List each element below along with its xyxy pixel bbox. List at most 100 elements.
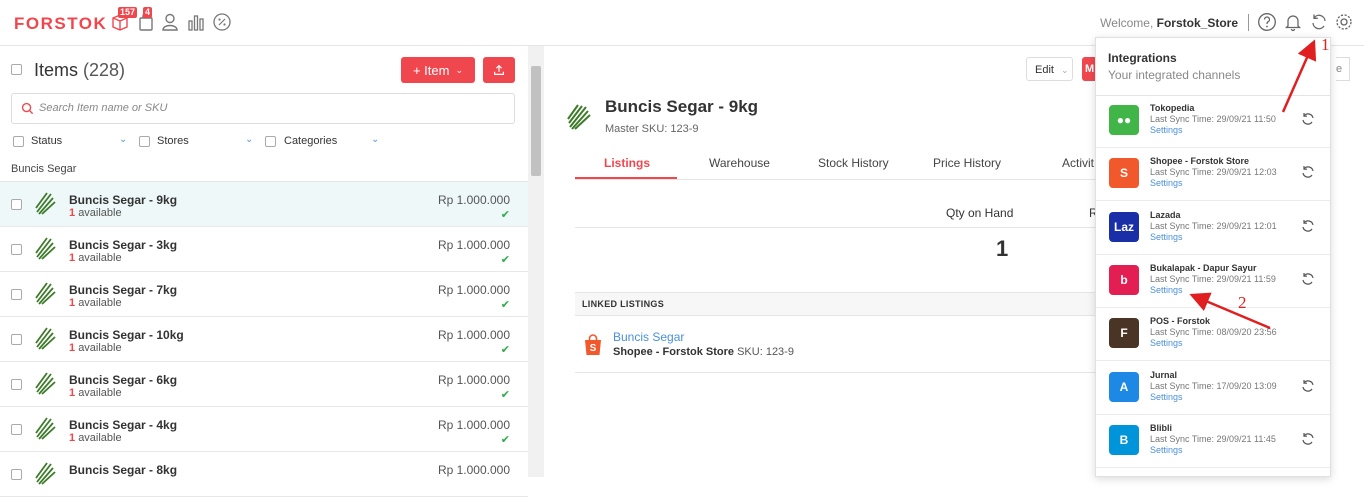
check-icon: ✔ xyxy=(500,389,510,401)
items-heading: Items (228) xyxy=(34,60,125,81)
item-price: Rp 1.000.000 xyxy=(437,328,510,342)
status-filter-label[interactable]: Status xyxy=(31,135,62,147)
linked-listings-title: LINKED LISTINGS xyxy=(582,299,665,309)
categories-filter-chevron-icon[interactable]: ⌄ xyxy=(371,134,379,145)
welcome-prefix: Welcome, xyxy=(1100,16,1154,30)
notification-bell-icon[interactable] xyxy=(1283,12,1303,32)
item-row-checkbox[interactable] xyxy=(11,379,22,390)
item-row[interactable]: Buncis Segar - 9kg 1 available Rp 1.000.00… xyxy=(0,182,528,227)
item-row[interactable]: Buncis Segar - 10kg 1 available Rp 1.000.0… xyxy=(0,317,528,362)
item-price: Rp 1.000.000 xyxy=(437,373,510,387)
available-label: available xyxy=(78,342,122,354)
channel-logo-icon: b xyxy=(1109,264,1139,295)
partial-button[interactable]: e xyxy=(1336,57,1350,81)
channel-settings-link[interactable]: Settings xyxy=(1150,125,1183,135)
channel-settings-link[interactable]: Settings xyxy=(1150,445,1183,455)
linked-listing-details: Shopee - Forstok Store SKU: 123-9 xyxy=(613,346,794,358)
tab-price-history[interactable]: Price History xyxy=(933,156,1001,170)
item-availability: 1 available xyxy=(69,432,122,444)
item-thumbnail xyxy=(35,462,56,485)
product-thumbnail xyxy=(567,104,591,130)
available-qty: 1 xyxy=(69,387,76,399)
item-name[interactable]: Buncis Segar - 9kg xyxy=(69,193,177,207)
channel-logo-glyph: B xyxy=(1119,432,1129,447)
categories-filter-label[interactable]: Categories xyxy=(284,135,337,147)
items-scrollbar[interactable] xyxy=(528,46,544,477)
settings-gear-icon[interactable] xyxy=(1334,12,1354,32)
check-icon: ✔ xyxy=(500,209,510,221)
item-row[interactable]: Buncis Segar - 8kg Rp 1.000.000 xyxy=(0,452,528,497)
tab-warehouse[interactable]: Warehouse xyxy=(709,156,770,170)
header-divider xyxy=(1248,14,1249,31)
item-row-checkbox[interactable] xyxy=(11,334,22,345)
add-item-button[interactable]: + Item ⌄ xyxy=(401,57,475,83)
stores-filter-checkbox[interactable] xyxy=(139,136,150,147)
integration-channel: S Shopee - Forstok Store Last Sync Time: 2… xyxy=(1096,148,1330,202)
chevron-down-icon: ⌄ xyxy=(455,64,464,75)
status-filter-chevron-icon[interactable]: ⌄ xyxy=(119,134,127,145)
more-actions-button[interactable]: M xyxy=(1082,57,1096,81)
stores-filter-label[interactable]: Stores xyxy=(157,135,189,147)
item-row[interactable]: Buncis Segar - 4kg 1 available Rp 1.000.00… xyxy=(0,407,528,452)
edit-chevron-icon: ⌄ xyxy=(1061,65,1069,75)
channel-name: Tokopedia xyxy=(1150,103,1195,113)
svg-text:S: S xyxy=(590,343,597,354)
item-availability: 1 available xyxy=(69,207,122,219)
channel-sync-icon[interactable] xyxy=(1300,271,1316,287)
channel-settings-link[interactable]: Settings xyxy=(1150,178,1183,188)
available-label: available xyxy=(78,252,122,264)
channel-settings-link[interactable]: Settings xyxy=(1150,392,1183,402)
status-filter-checkbox[interactable] xyxy=(13,136,24,147)
tab-activity[interactable]: Activit xyxy=(1062,156,1094,170)
item-name[interactable]: Buncis Segar - 8kg xyxy=(69,463,177,477)
channel-settings-link[interactable]: Settings xyxy=(1150,338,1183,348)
item-row-checkbox[interactable] xyxy=(11,289,22,300)
help-icon[interactable] xyxy=(1257,12,1277,32)
divider xyxy=(575,179,1095,180)
channel-sync-icon[interactable] xyxy=(1300,164,1316,180)
item-row-checkbox[interactable] xyxy=(11,244,22,255)
item-search-box[interactable]: Search Item name or SKU xyxy=(11,93,515,124)
item-price: Rp 1.000.000 xyxy=(437,463,510,477)
item-row-checkbox[interactable] xyxy=(11,199,22,210)
item-row[interactable]: Buncis Segar - 3kg 1 available Rp 1.000.00… xyxy=(0,227,528,272)
user-name[interactable]: Forstok_Store xyxy=(1157,16,1238,30)
items-bag-icon[interactable]: 4 xyxy=(136,7,156,32)
item-name[interactable]: Buncis Segar - 6kg xyxy=(69,373,177,387)
item-name[interactable]: Buncis Segar - 7kg xyxy=(69,283,177,297)
promotions-percent-icon[interactable] xyxy=(212,12,232,32)
item-price: Rp 1.000.000 xyxy=(437,283,510,297)
categories-filter-checkbox[interactable] xyxy=(265,136,276,147)
tab-stock-history[interactable]: Stock History xyxy=(818,156,889,170)
channel-sync-icon[interactable] xyxy=(1300,431,1316,447)
channel-last-sync: Last Sync Time: 29/09/21 12:03 xyxy=(1150,167,1277,178)
item-row-checkbox[interactable] xyxy=(11,469,22,480)
customers-user-icon[interactable] xyxy=(160,12,180,32)
channel-sync-icon[interactable] xyxy=(1300,111,1316,127)
item-row-checkbox[interactable] xyxy=(11,424,22,435)
search-input-placeholder[interactable]: Search Item name or SKU xyxy=(39,102,167,114)
linked-listing-link[interactable]: Buncis Segar xyxy=(613,330,684,344)
item-row[interactable]: Buncis Segar - 7kg 1 available Rp 1.000.00… xyxy=(0,272,528,317)
item-name[interactable]: Buncis Segar - 10kg xyxy=(69,328,184,342)
forstok-logo[interactable]: FORSTOK xyxy=(14,14,107,34)
edit-button-label: Edit xyxy=(1035,64,1054,76)
sync-refresh-icon[interactable] xyxy=(1309,12,1329,32)
item-row[interactable]: Buncis Segar - 6kg 1 available Rp 1.000.00… xyxy=(0,362,528,407)
item-name[interactable]: Buncis Segar - 3kg xyxy=(69,238,177,252)
channel-name: Jurnal xyxy=(1150,369,1178,380)
orders-box-icon[interactable]: 157 xyxy=(110,7,138,32)
channel-settings-link[interactable]: Settings xyxy=(1150,232,1183,242)
item-group-label: Buncis Segar xyxy=(11,163,77,175)
channel-sync-icon[interactable] xyxy=(1300,218,1316,234)
channel-settings-link[interactable]: Settings xyxy=(1150,285,1183,295)
edit-button[interactable]: Edit ⌄ xyxy=(1026,57,1073,81)
channel-sync-icon[interactable] xyxy=(1300,378,1316,394)
item-name[interactable]: Buncis Segar - 4kg xyxy=(69,418,177,432)
select-all-checkbox[interactable] xyxy=(11,64,22,75)
reports-bar-chart-icon[interactable] xyxy=(186,12,206,32)
tab-listings[interactable]: Listings xyxy=(604,156,650,170)
stores-filter-chevron-icon[interactable]: ⌄ xyxy=(245,134,253,145)
export-upload-button[interactable] xyxy=(483,57,515,83)
scrollbar-thumb[interactable] xyxy=(531,66,541,176)
